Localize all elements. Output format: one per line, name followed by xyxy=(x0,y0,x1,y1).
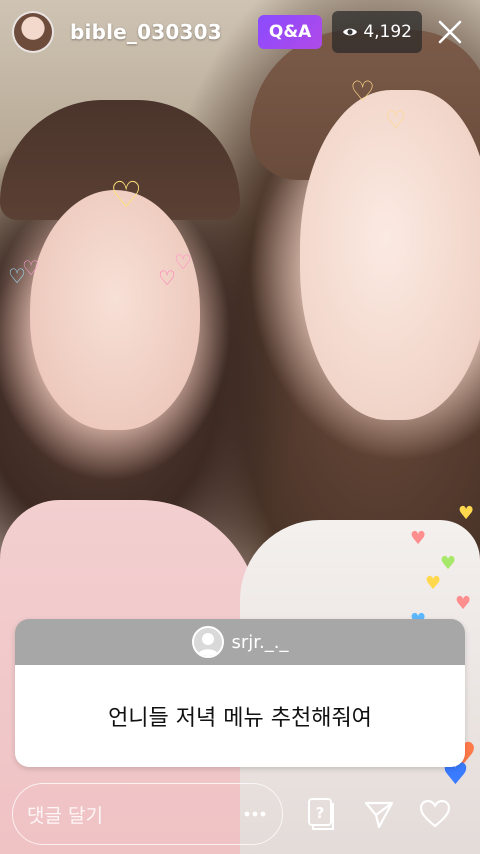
user-silhouette-icon xyxy=(196,633,219,656)
viewer-count-badge[interactable]: 4,192 xyxy=(332,11,422,53)
send-icon[interactable] xyxy=(355,790,403,838)
comment-placeholder: 댓글 달기 xyxy=(27,804,103,827)
more-icon[interactable] xyxy=(242,811,268,817)
reaction-heart: ♥ xyxy=(425,573,442,594)
question-card[interactable]: srjr._._ 언니들 저녁 메뉴 추천해줘여 xyxy=(15,619,465,767)
host-username[interactable]: bible_030303 xyxy=(70,20,222,44)
video-person-left-face xyxy=(30,190,200,430)
reaction-heart: ♥ xyxy=(455,593,472,614)
live-header: bible_030303 Q&A 4,192 xyxy=(0,0,480,64)
qa-button[interactable]: Q&A xyxy=(257,15,323,49)
reaction-heart: ♥ xyxy=(440,553,457,574)
filter-heart-sticker: ♡ xyxy=(385,106,407,134)
asker-avatar xyxy=(191,626,224,658)
video-person-right-face xyxy=(300,90,480,420)
filter-heart-sticker: ♡ xyxy=(158,266,176,290)
filter-heart-sticker: ♡ xyxy=(110,175,143,216)
asker-username: srjr._._ xyxy=(231,631,289,653)
comment-bar: 댓글 달기 ? xyxy=(0,782,480,846)
host-avatar[interactable] xyxy=(12,11,54,53)
eye-icon xyxy=(343,28,358,36)
question-box-icon[interactable]: ? xyxy=(297,790,345,838)
reaction-heart: ♥ xyxy=(458,503,475,524)
svg-text:?: ? xyxy=(316,804,325,822)
question-card-header: srjr._._ xyxy=(15,619,465,665)
filter-heart-sticker: ♡ xyxy=(22,256,40,280)
viewer-count: 4,192 xyxy=(363,22,412,42)
comment-input[interactable]: 댓글 달기 xyxy=(12,783,283,845)
close-icon[interactable] xyxy=(432,14,468,50)
filter-heart-sticker: ♡ xyxy=(174,250,192,274)
question-text: 언니들 저녁 메뉴 추천해줘여 xyxy=(15,665,465,767)
filter-heart-sticker: ♡ xyxy=(350,75,376,108)
heart-icon[interactable] xyxy=(411,790,459,838)
reaction-heart: ♥ xyxy=(410,528,427,549)
